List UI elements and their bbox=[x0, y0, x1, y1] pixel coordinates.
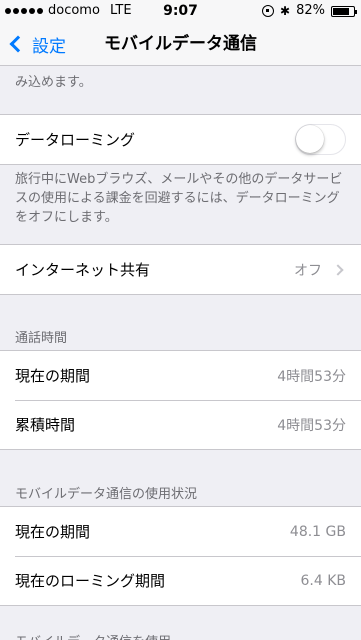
call-time-current-row: 現在の期間 4時間53分 bbox=[0, 351, 361, 400]
navigation-bar: 設定 モバイルデータ通信 bbox=[0, 22, 361, 66]
row-label: 現在の期間 bbox=[15, 367, 91, 385]
usage-roaming-row: 現在のローミング期間 6.4 KB bbox=[0, 556, 361, 605]
row-value: 4時間53分 bbox=[277, 417, 346, 434]
usage-current-row: 現在の期間 48.1 GB bbox=[0, 507, 361, 556]
battery-icon bbox=[331, 5, 357, 17]
chevron-right-icon bbox=[332, 263, 344, 276]
roaming-row: データローミング bbox=[0, 115, 361, 164]
roaming-label: データローミング bbox=[15, 131, 136, 149]
status-bar: docomo LTE 9:07 ✱ 82% bbox=[0, 0, 361, 22]
call-time-header: 通話時間 bbox=[15, 331, 68, 346]
tethering-value: オフ bbox=[294, 262, 322, 279]
call-time-group: 現在の期間 4時間53分 累積時間 4時間53分 bbox=[0, 350, 361, 450]
settings-list[interactable]: み込めます。 データローミング 旅行中にWebブラウズ、メールやその他のデータサ… bbox=[0, 67, 361, 640]
row-label: 累積時間 bbox=[15, 416, 76, 434]
previous-footer-text: み込めます。 bbox=[15, 75, 92, 90]
battery-percent: 82% bbox=[296, 3, 325, 18]
orientation-lock-icon bbox=[262, 5, 275, 17]
row-value: 48.1 GB bbox=[289, 523, 346, 540]
status-right: ✱ 82% bbox=[262, 0, 357, 22]
roaming-toggle[interactable] bbox=[295, 124, 346, 155]
toggle-knob bbox=[296, 125, 324, 153]
next-section-header: モバイルデータ通信を使用 bbox=[0, 631, 186, 640]
roaming-footer: 旅行中にWebブラウズ、メールやその他のデータサービスの使用による課金を回避する… bbox=[15, 172, 343, 225]
usage-header: モバイルデータ通信の使用状況 bbox=[15, 487, 198, 502]
tethering-group: インターネット共有 オフ bbox=[0, 244, 361, 295]
usage-group: 現在の期間 48.1 GB 現在のローミング期間 6.4 KB bbox=[0, 506, 361, 606]
row-label: 現在のローミング期間 bbox=[15, 572, 166, 590]
roaming-group: データローミング bbox=[0, 114, 361, 165]
tethering-label: インターネット共有 bbox=[15, 261, 151, 279]
tethering-row[interactable]: インターネット共有 オフ bbox=[0, 245, 361, 294]
row-value: 6.4 KB bbox=[300, 572, 347, 589]
call-time-total-row: 累積時間 4時間53分 bbox=[0, 400, 361, 449]
page-title: モバイルデータ通信 bbox=[104, 34, 257, 54]
row-label: 現在の期間 bbox=[15, 523, 91, 541]
bluetooth-icon: ✱ bbox=[280, 4, 291, 18]
row-value: 4時間53分 bbox=[277, 368, 346, 385]
